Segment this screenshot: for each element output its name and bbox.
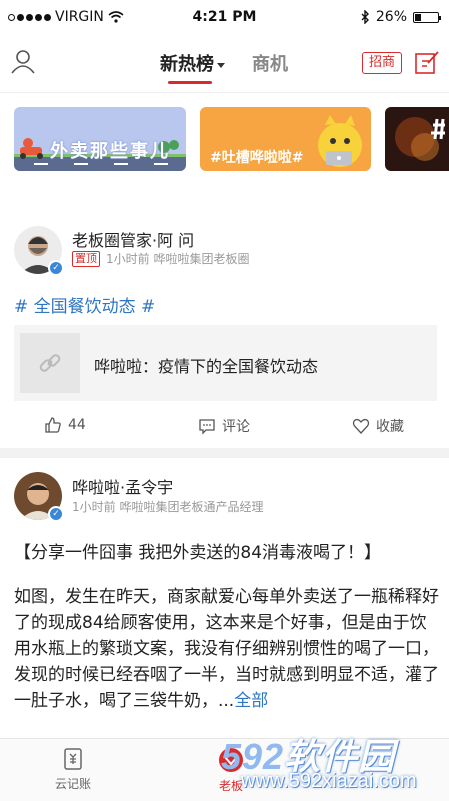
tab-ledger-label: 云记账 [54,777,91,791]
post-time-source: 1小时前 哗啦啦集团老板圈 [106,252,250,266]
like-button[interactable]: 44 [44,416,86,434]
favorite-button[interactable]: 收藏 [352,416,404,436]
like-count: 44 [68,417,86,433]
watermark-url: www.592xiazai.com [241,770,417,792]
tab-business[interactable]: 商机 [252,50,288,76]
battery-fill [415,13,421,21]
top-nav: 新热榜 商机 招商 [0,36,449,93]
comment-button[interactable]: 评论 [198,416,250,436]
bluetooth-icon [361,10,369,24]
banner-takeout[interactable]: 外卖那些事儿 [14,107,186,171]
status-bar: VIRGIN 4:21 PM 26% [0,0,449,34]
post-time-source: 1小时前 哗啦啦集团老板通产品经理 [72,500,264,514]
link-title: 哗啦啦：疫情下的全国餐饮动态 [94,357,319,376]
verified-icon: ✓ [48,506,64,522]
thumbs-up-icon [45,417,61,433]
compose-icon[interactable] [414,49,440,75]
post-meta: 1小时前 哗啦啦集团老板通产品经理 [72,498,263,515]
active-tab-indicator [168,81,212,84]
post-actions: 44 评论 收藏 [0,412,449,442]
banner-complaints-title: #吐槽哗啦啦# [210,150,304,166]
post-headline: 【分享一件囧事 我把外卖送的84消毒液喝了！】 [14,543,382,563]
link-card[interactable]: 哗啦啦：疫情下的全国餐饮动态 [14,325,437,401]
section-divider [0,448,449,458]
banner-complaints[interactable]: #吐槽哗啦啦# [200,107,371,171]
post-meta: 置顶 1小时前 哗啦啦集团老板圈 [72,250,249,267]
heart-icon [352,418,370,434]
post-body[interactable]: 如图，发生在昨天，商家献爱心每单外卖送了一瓶稀释好了的现成84给顾客使用，这本来… [14,584,439,714]
status-right: 26% [360,9,441,25]
site-watermark: 592软件园 www.592xiazai.com [221,728,449,800]
author-name[interactable]: 老板圈管家·阿 问 [72,227,194,251]
link-icon [39,354,61,372]
banner-carousel[interactable]: 外卖那些事儿 #吐槽哗啦啦# [14,107,449,171]
avatar[interactable]: ✓ [14,472,64,522]
comment-label: 评论 [222,419,250,435]
comment-icon [199,419,215,435]
avatar[interactable]: ✓ [14,226,64,276]
banner-dark[interactable] [385,107,449,171]
expand-link[interactable]: 全部 [234,691,268,711]
ledger-icon [64,748,82,770]
recruit-button[interactable]: 招商 [362,52,403,74]
link-thumbnail [20,333,80,393]
tab-ledger[interactable]: 云记账 [28,747,118,792]
favorite-label: 收藏 [376,419,404,435]
topic-hashtag[interactable]: # 全国餐饮动态 # [14,292,155,317]
user-icon[interactable] [10,48,36,74]
verified-icon: ✓ [48,260,64,276]
post-body-text: 如图，发生在昨天，商家献爱心每单外卖送了一瓶稀释好了的现成84给顾客使用，这本来… [14,587,439,711]
tab-hot-list[interactable]: 新热榜 [160,50,225,76]
pinned-badge: 置顶 [72,250,100,267]
banner-takeout-title: 外卖那些事儿 [50,141,170,162]
banner-dark-art [395,117,445,161]
chevron-down-icon [217,62,225,68]
battery-icon [413,11,441,23]
battery-percent: 26% [375,9,407,25]
author-name[interactable]: 哗啦啦·孟令宇 [72,474,173,498]
tab-hot-label: 新热榜 [160,54,214,75]
